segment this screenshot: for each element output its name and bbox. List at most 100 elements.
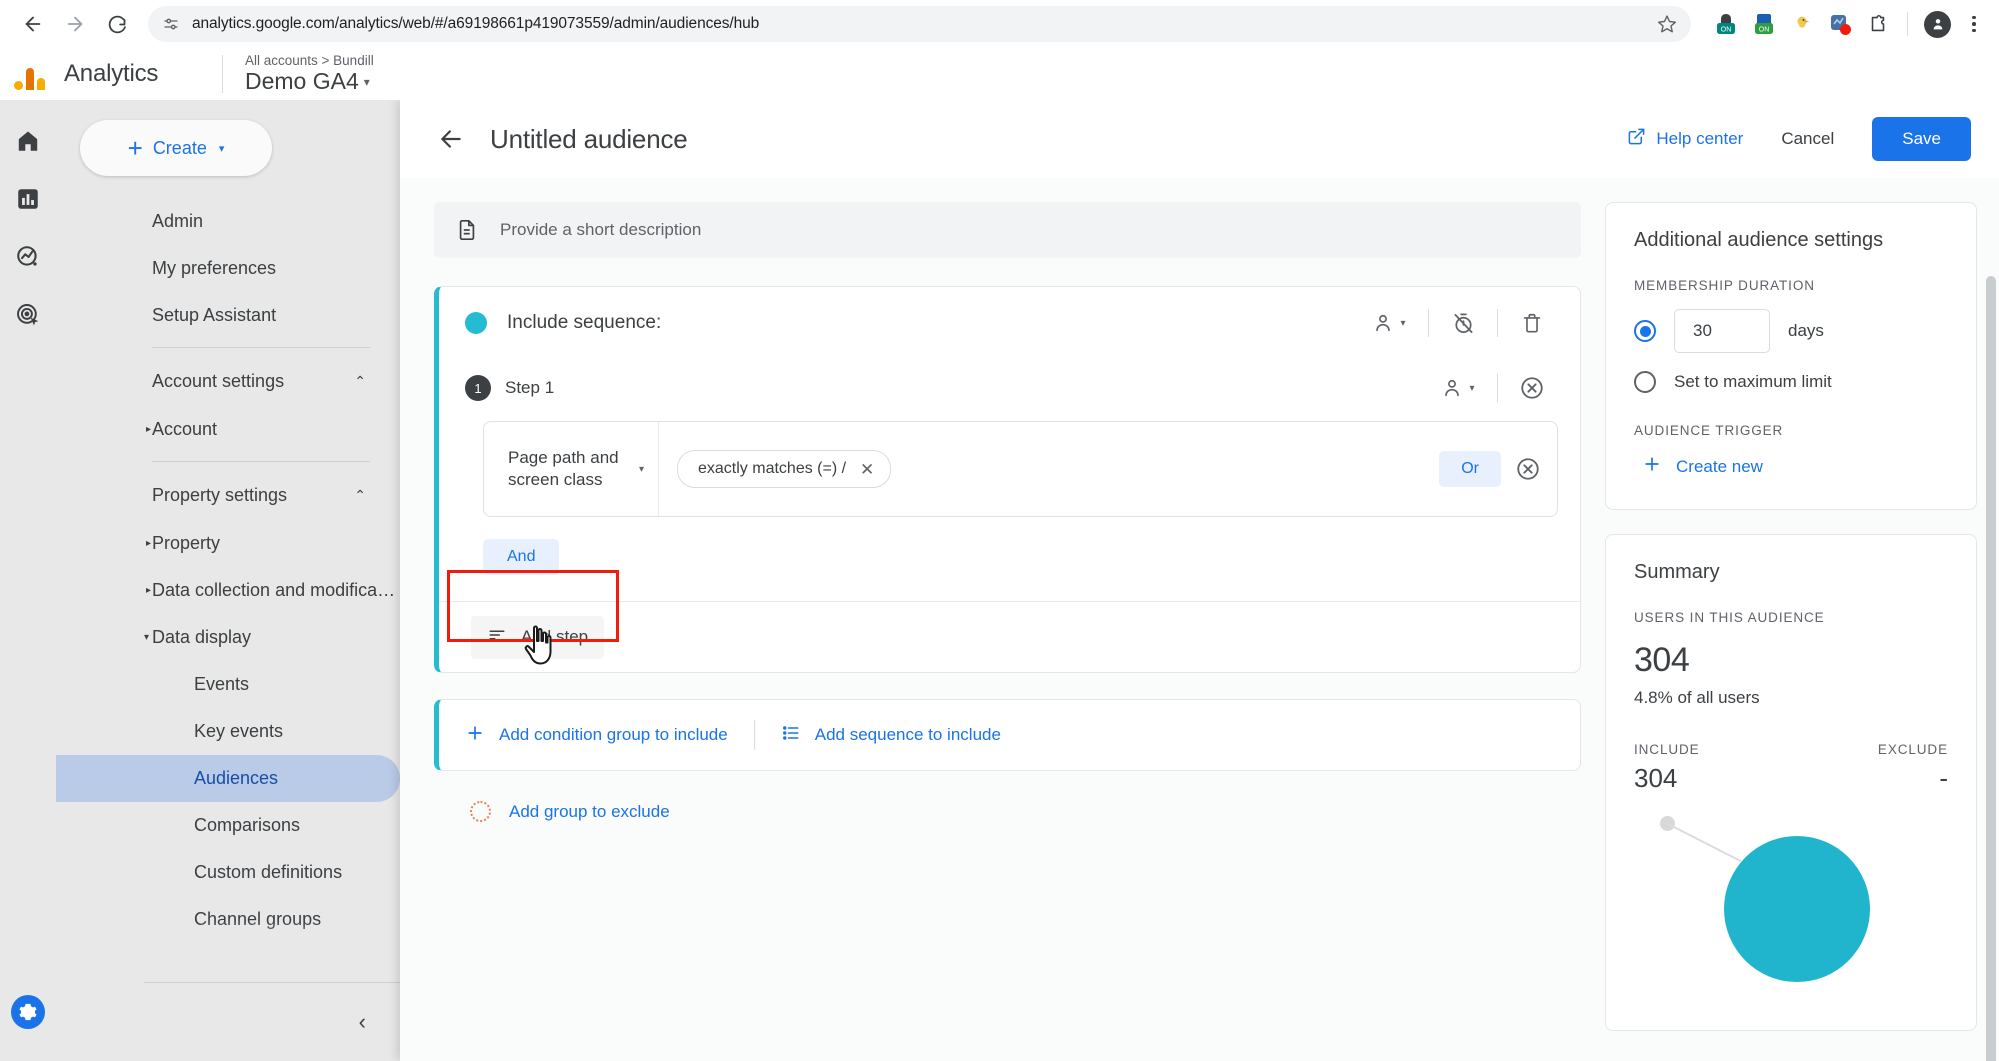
- membership-duration-label: MEMBERSHIP DURATION: [1634, 278, 1815, 293]
- nav-label: Setup Assistant: [152, 305, 277, 325]
- bubble-connector-line: [1665, 822, 1742, 863]
- nav-label: Property: [152, 533, 221, 553]
- radio-max-limit[interactable]: [1634, 371, 1656, 393]
- sidebar-item-account[interactable]: ▸ Account: [56, 406, 400, 453]
- sidebar-item-data-collection[interactable]: ▸ Data collection and modifica…: [56, 567, 400, 614]
- tool-divider: [1497, 309, 1498, 337]
- exclude-block: EXCLUDE -: [1878, 742, 1948, 794]
- chevron-up-icon: ⌃: [354, 486, 366, 503]
- extension-red-badge-icon[interactable]: [1827, 11, 1853, 37]
- star-icon[interactable]: [1657, 14, 1677, 34]
- add-exclude-group-button[interactable]: Add group to exclude: [434, 801, 1581, 822]
- advertising-target-icon[interactable]: [15, 302, 41, 328]
- nav-section-property-settings[interactable]: Property settings ⌃: [56, 470, 400, 520]
- chevron-down-icon: ▾: [1469, 382, 1475, 394]
- add-sequence-label: Add sequence to include: [814, 725, 1001, 744]
- create-button[interactable]: + Create ▾: [80, 120, 272, 176]
- exclude-value: -: [1939, 763, 1948, 794]
- sidebar-item-audiences[interactable]: Audiences: [56, 755, 400, 802]
- radio-duration[interactable]: [1634, 320, 1656, 342]
- back-arrow-icon[interactable]: [434, 122, 468, 156]
- nav-label: Data collection and modifica…: [152, 580, 396, 600]
- chevron-up-icon: ⌃: [354, 372, 366, 389]
- sheet-body: Provide a short description Include sequ…: [400, 178, 1999, 1061]
- nav-bottom-divider: [144, 982, 400, 983]
- sidebar-item-property[interactable]: ▸ Property: [56, 520, 400, 567]
- forward-button[interactable]: [56, 5, 94, 43]
- sidebar-item-events[interactable]: Events: [56, 661, 400, 708]
- condition-chip[interactable]: exactly matches (=) / ✕: [677, 450, 892, 488]
- extension-on-teal-icon[interactable]: ON: [1713, 11, 1739, 37]
- reload-button[interactable]: [98, 5, 136, 43]
- or-button[interactable]: Or: [1439, 451, 1501, 487]
- profile-avatar-icon[interactable]: [1924, 10, 1951, 38]
- back-button[interactable]: [14, 5, 52, 43]
- sidebar-item-my-preferences[interactable]: My preferences: [56, 245, 400, 292]
- ga-brand[interactable]: Analytics: [0, 58, 222, 90]
- sidebar-item-data-display[interactable]: ▾ Data display: [56, 614, 400, 661]
- scope-person-icon[interactable]: ▾: [1427, 366, 1489, 410]
- collapse-sidebar-button[interactable]: ‹: [359, 1009, 366, 1035]
- add-sequence-button[interactable]: Add sequence to include: [781, 723, 1001, 748]
- max-limit-option[interactable]: Set to maximum limit: [1634, 371, 1948, 393]
- remove-circle-icon[interactable]: [1515, 456, 1541, 482]
- close-icon[interactable]: ✕: [860, 461, 874, 478]
- account-selector[interactable]: All accounts > Bundill Demo GA4 ▾: [223, 53, 374, 95]
- sidebar-item-admin[interactable]: Admin: [56, 198, 400, 245]
- timer-off-icon[interactable]: [1437, 301, 1489, 345]
- scope-person-icon[interactable]: ▾: [1358, 301, 1420, 345]
- include-exclude-row: INCLUDE 304 EXCLUDE -: [1634, 742, 1948, 794]
- builder-main-column: Provide a short description Include sequ…: [434, 202, 1581, 1061]
- dimension-selector[interactable]: Page path and screen class ▾: [484, 422, 659, 516]
- days-label: days: [1788, 321, 1824, 340]
- create-new-trigger-button[interactable]: Create new: [1634, 454, 1948, 479]
- sequence-header: Include sequence: ▾: [439, 287, 1580, 359]
- address-bar[interactable]: analytics.google.com/analytics/web/#/a69…: [148, 6, 1691, 42]
- duration-input[interactable]: 30: [1674, 309, 1770, 353]
- nav-scroll-fade: [56, 921, 400, 977]
- cancel-button[interactable]: Cancel: [1769, 119, 1846, 159]
- nav-section-account-settings[interactable]: Account settings ⌃: [56, 356, 400, 406]
- icon-rail: [0, 100, 56, 1061]
- home-icon[interactable]: [15, 128, 41, 154]
- property-name: Demo GA4 ▾: [245, 68, 374, 95]
- sequence-tools: ▾: [1358, 301, 1558, 345]
- include-sequence-card: Include sequence: ▾ 1 Step 1 ▾ Page path…: [434, 286, 1581, 673]
- sidebar-item-comparisons[interactable]: Comparisons: [56, 802, 400, 849]
- nav-label: Data display: [152, 627, 252, 647]
- remove-circle-icon[interactable]: [1506, 366, 1558, 410]
- extension-duck-icon[interactable]: [1789, 11, 1815, 37]
- plus-icon: [1642, 454, 1662, 479]
- add-step-lines-icon: [487, 626, 507, 649]
- explore-icon[interactable]: [15, 244, 41, 270]
- audience-builder-sheet: Untitled audience Help center Cancel Sav…: [400, 100, 1999, 1061]
- extension-puzzle-icon[interactable]: [1865, 11, 1891, 37]
- membership-duration-option[interactable]: 30 days: [1634, 309, 1948, 353]
- add-condition-group-button[interactable]: Add condition group to include: [465, 723, 728, 748]
- delete-trash-icon[interactable]: [1506, 301, 1558, 345]
- sidebar-item-custom-definitions[interactable]: Custom definitions: [56, 849, 400, 896]
- and-button[interactable]: And: [483, 539, 560, 575]
- kebab-menu-icon[interactable]: [1963, 13, 1985, 35]
- save-button[interactable]: Save: [1872, 117, 1971, 161]
- gear-icon[interactable]: [11, 995, 45, 1029]
- reports-bar-chart-icon[interactable]: [15, 186, 41, 212]
- left-navigation: + Create ▾ Admin My preferences Setup As…: [56, 100, 400, 1061]
- sidebar-item-key-events[interactable]: Key events: [56, 708, 400, 755]
- breadcrumb: All accounts > Bundill: [245, 53, 374, 68]
- scrollbar-thumb[interactable]: [1986, 276, 1996, 1061]
- exclude-label: EXCLUDE: [1877, 742, 1948, 758]
- sheet-scrollbar[interactable]: [1986, 256, 1996, 1061]
- plus-icon: [465, 723, 485, 748]
- condition-value-area[interactable]: exactly matches (=) / ✕: [659, 422, 1439, 516]
- sidebar-item-setup-assistant[interactable]: Setup Assistant: [56, 292, 400, 339]
- description-field[interactable]: Provide a short description: [434, 202, 1581, 258]
- help-center-link[interactable]: Help center: [1627, 127, 1743, 151]
- triangle-down-icon: ▾: [144, 632, 150, 643]
- extension-on-green-icon[interactable]: ON: [1751, 11, 1777, 37]
- nav-divider: [152, 461, 370, 462]
- nav-label: Audiences: [194, 768, 279, 788]
- step-tools: ▾: [1427, 366, 1558, 410]
- site-settings-icon[interactable]: [162, 15, 180, 33]
- mouse-cursor-pointer: [523, 624, 557, 672]
